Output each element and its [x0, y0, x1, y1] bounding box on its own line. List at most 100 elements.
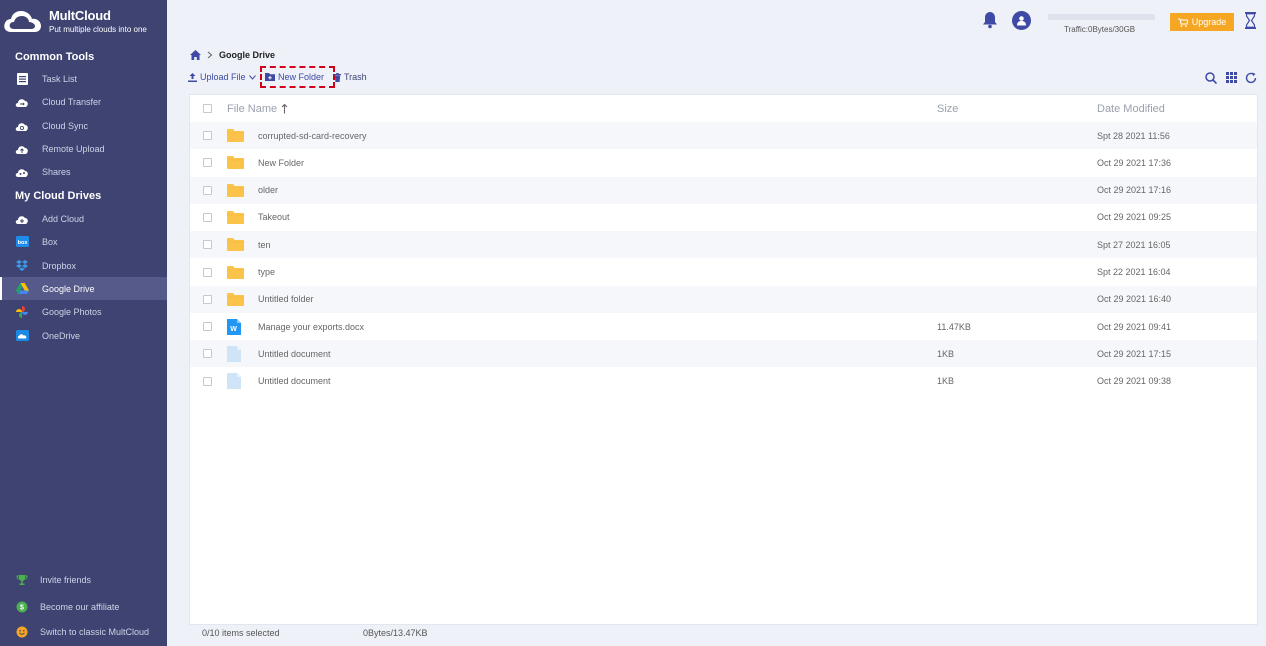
- date-modified-header[interactable]: Date Modified: [1097, 95, 1165, 122]
- sidebar-item-switch-classic[interactable]: Switch to classic MultCloud: [0, 620, 167, 643]
- file-name[interactable]: Takeout: [258, 204, 290, 231]
- upload-icon: [188, 72, 197, 82]
- user-avatar-icon[interactable]: [1012, 11, 1031, 30]
- upgrade-button[interactable]: Upgrade: [1170, 13, 1234, 31]
- table-row[interactable]: Untitled document 1KB Oct 29 2021 17:15: [190, 340, 1257, 368]
- file-name[interactable]: Untitled document: [258, 340, 331, 367]
- file-name[interactable]: New Folder: [258, 149, 304, 176]
- traffic-text: Traffic:0Bytes/30GB: [1064, 25, 1136, 34]
- file-date: Spt 28 2021 11:56: [1097, 130, 1170, 141]
- file-name[interactable]: corrupted-sd-card-recovery: [258, 122, 367, 149]
- sidebar-item-cloud-sync[interactable]: Cloud Sync: [0, 114, 167, 137]
- new-folder-button[interactable]: New Folder: [265, 72, 324, 82]
- table-row[interactable]: New Folder Oct 29 2021 17:36: [190, 149, 1257, 176]
- sidebar-item-label: Add Cloud: [42, 213, 85, 224]
- row-checkbox[interactable]: [203, 212, 212, 222]
- table-row[interactable]: Untitled folder Oct 29 2021 16:40: [190, 285, 1257, 313]
- grid-view-icon[interactable]: [1226, 72, 1237, 83]
- file-size: 11.47KB: [937, 321, 971, 332]
- multcloud-logo-icon: [4, 11, 41, 32]
- file-name[interactable]: older: [258, 177, 278, 204]
- file-date: Spt 27 2021 16:05: [1097, 239, 1171, 250]
- row-checkbox[interactable]: [203, 322, 212, 332]
- file-date: Oct 29 2021 17:16: [1097, 185, 1172, 196]
- table-row[interactable]: older Oct 29 2021 17:16: [190, 176, 1257, 204]
- sidebar-item-label: Remote Upload: [42, 143, 105, 154]
- file-name-header[interactable]: File Name: [227, 95, 288, 122]
- size-status: 0Bytes/13.47KB: [363, 628, 428, 638]
- table-row[interactable]: Takeout Oct 29 2021 09:25: [190, 204, 1257, 231]
- file-name[interactable]: Manage your exports.docx: [258, 313, 364, 340]
- table-row[interactable]: corrupted-sd-card-recovery Spt 28 2021 11…: [190, 122, 1257, 149]
- sidebar-item-label: Become our affiliate: [40, 601, 120, 612]
- sidebar-item-dropbox[interactable]: Dropbox: [0, 254, 167, 277]
- file-name[interactable]: ten: [258, 231, 271, 258]
- svg-text:W: W: [230, 326, 237, 333]
- row-checkbox[interactable]: [203, 185, 212, 195]
- file-name[interactable]: Untitled document: [258, 368, 331, 395]
- file-date: Oct 29 2021 09:38: [1097, 376, 1172, 387]
- file-table: File Name Size Date Modified corrupted-s…: [189, 94, 1258, 625]
- table-row[interactable]: W Manage your exports.docx 11.47KB Oct 29 2…: [190, 313, 1257, 340]
- table-row[interactable]: ten Spt 27 2021 16:05: [190, 231, 1257, 259]
- sidebar-item-google-photos[interactable]: Google Photos: [0, 300, 167, 323]
- file-size: 1KB: [937, 348, 955, 359]
- select-all-checkbox[interactable]: [203, 104, 212, 113]
- file-date: Oct 29 2021 09:41: [1097, 321, 1172, 332]
- sidebar-item-shares[interactable]: Shares: [0, 160, 167, 183]
- sidebar-item-add-cloud[interactable]: Add Cloud: [0, 207, 167, 230]
- hourglass-icon[interactable]: [1245, 12, 1256, 31]
- upload-file-label: Upload File: [200, 72, 246, 82]
- folder-icon: [227, 231, 244, 258]
- sidebar-item-box[interactable]: box Box: [0, 230, 167, 253]
- file-name[interactable]: type: [258, 259, 275, 286]
- brand-name: MultCloud: [49, 8, 111, 23]
- sidebar-item-task-list[interactable]: Task List: [0, 67, 167, 90]
- cart-icon: [1177, 18, 1188, 27]
- sidebar-item-label: Cloud Transfer: [42, 96, 102, 107]
- upgrade-label: Upgrade: [1191, 17, 1227, 27]
- new-folder-label: New Folder: [278, 72, 325, 82]
- folder-icon: [227, 286, 244, 313]
- breadcrumb: Google Drive: [190, 50, 275, 60]
- sidebar-item-label: Google Drive: [42, 283, 95, 294]
- table-row[interactable]: type Spt 22 2021 16:04: [190, 259, 1257, 286]
- sidebar-item-onedrive[interactable]: OneDrive: [0, 324, 167, 347]
- file-size: 1KB: [937, 376, 955, 387]
- chevron-down-icon: [248, 74, 256, 80]
- size-header[interactable]: Size: [937, 95, 958, 122]
- file-date: Oct 29 2021 09:25: [1097, 212, 1172, 223]
- shares-icon: [15, 165, 29, 179]
- dropbox-icon: [15, 259, 29, 273]
- file-date: Spt 22 2021 16:04: [1097, 267, 1171, 277]
- row-checkbox[interactable]: [203, 267, 212, 277]
- row-checkbox[interactable]: [203, 376, 212, 386]
- upload-file-button[interactable]: Upload File: [188, 72, 256, 82]
- sidebar-item-remote-upload[interactable]: Remote Upload: [0, 137, 167, 160]
- table-row[interactable]: Untitled document 1KB Oct 29 2021 09:38: [190, 368, 1257, 395]
- breadcrumb-current[interactable]: Google Drive: [219, 50, 275, 60]
- row-checkbox[interactable]: [203, 240, 212, 250]
- sidebar-item-become-affiliate[interactable]: $ Become our affiliate: [0, 595, 167, 618]
- google-drive-icon: [15, 282, 29, 296]
- word-document-icon: W: [227, 313, 241, 340]
- row-checkbox[interactable]: [203, 349, 212, 359]
- sidebar-item-invite-friends[interactable]: Invite friends: [0, 568, 167, 591]
- sidebar-item-google-drive[interactable]: Google Drive: [0, 277, 167, 300]
- row-checkbox[interactable]: [203, 294, 212, 304]
- notification-bell-icon[interactable]: [982, 11, 998, 31]
- brand[interactable]: MultCloud Put multiple clouds into one: [2, 4, 162, 40]
- sidebar-item-label: Dropbox: [42, 260, 77, 271]
- search-icon[interactable]: [1205, 72, 1217, 84]
- new-folder-icon: [265, 73, 275, 81]
- trash-button[interactable]: Trash: [334, 72, 367, 82]
- refresh-icon[interactable]: [1245, 72, 1257, 84]
- file-name[interactable]: Untitled folder: [258, 286, 314, 313]
- row-checkbox[interactable]: [203, 158, 212, 168]
- selection-status: 0/10 items selected: [202, 628, 280, 638]
- file-date: Oct 29 2021 17:36: [1097, 157, 1172, 168]
- home-icon[interactable]: [190, 50, 201, 60]
- folder-icon: [227, 204, 244, 231]
- row-checkbox[interactable]: [203, 131, 212, 140]
- sidebar-item-cloud-transfer[interactable]: Cloud Transfer: [0, 90, 167, 113]
